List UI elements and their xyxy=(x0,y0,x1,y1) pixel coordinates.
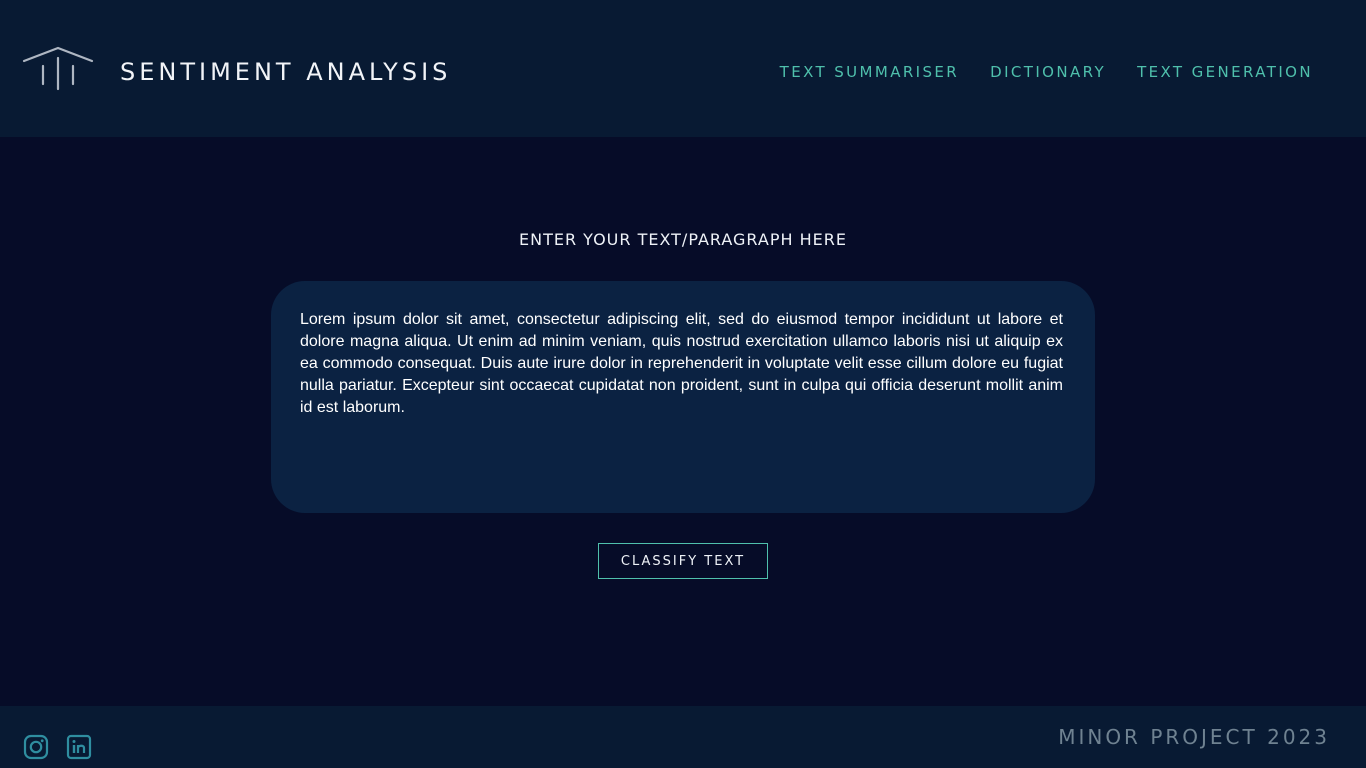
classify-text-button[interactable]: CLASSIFY TEXT xyxy=(598,543,768,579)
instagram-icon[interactable] xyxy=(23,734,49,760)
nav-link-text-generation[interactable]: TEXT GENERATION xyxy=(1137,62,1313,82)
footer: MINOR PROJECT 2023 xyxy=(0,706,1366,768)
footer-project-label: MINOR PROJECT 2023 xyxy=(1058,725,1330,749)
text-input-container: Lorem ipsum dolor sit amet, consectetur … xyxy=(271,281,1095,513)
nav-link-dictionary[interactable]: DICTIONARY xyxy=(990,62,1106,82)
text-input-prompt-label: ENTER YOUR TEXT/PARAGRAPH HERE xyxy=(519,230,847,249)
building-columns-icon[interactable] xyxy=(22,46,94,92)
site-title: SENTIMENT ANALYSIS xyxy=(120,58,452,86)
text-input-area[interactable]: Lorem ipsum dolor sit amet, consectetur … xyxy=(300,309,1063,493)
linkedin-icon[interactable] xyxy=(66,734,92,760)
nav-link-text-summariser[interactable]: TEXT SUMMARISER xyxy=(780,62,960,82)
main-nav: TEXT SUMMARISER DICTIONARY TEXT GENERATI… xyxy=(780,62,1313,82)
header: SENTIMENT ANALYSIS TEXT SUMMARISER DICTI… xyxy=(0,0,1366,137)
